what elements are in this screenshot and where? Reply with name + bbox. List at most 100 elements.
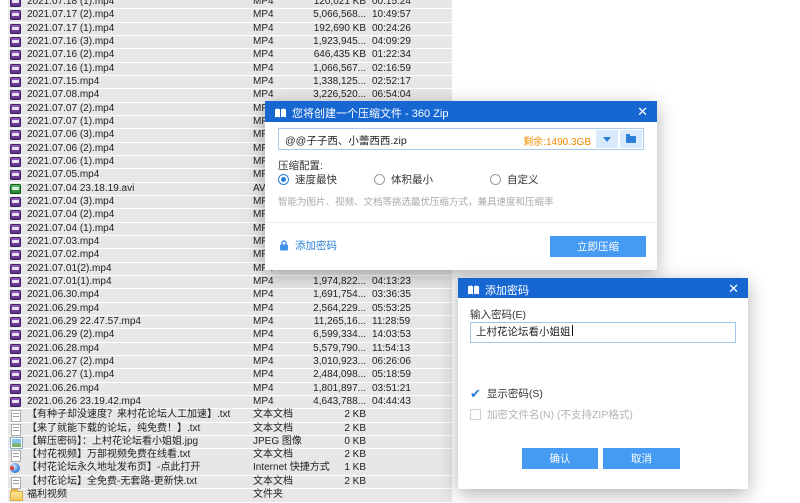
mp4-file-icon (10, 50, 21, 60)
file-size: 3,226,520... (284, 89, 366, 102)
file-row[interactable]: 2021.06.26.mp4MP41,801,897...03:51:21 (8, 383, 452, 395)
mp4-file-icon (10, 344, 21, 354)
close-icon[interactable]: ✕ (728, 281, 739, 297)
file-row[interactable]: 【解压密码】：上村花论坛看小姐姐.jpgJPEG 图像0 KB (8, 436, 452, 448)
file-name: 2021.06.29 (2).mp4 (27, 329, 114, 342)
mp4-file-icon (10, 277, 21, 287)
zip-dialog-titlebar[interactable]: 您将创建一个压缩文件 - 360 Zip ✕ (265, 101, 657, 122)
encrypt-filenames-checkbox[interactable]: 加密文件名(N) (不支持ZIP格式) (470, 407, 633, 422)
mp4-file-icon (10, 317, 21, 327)
file-duration: 00:15:24 (372, 0, 411, 9)
mp4-file-icon (10, 130, 21, 140)
file-name: 2021.07.07 (2).mp4 (27, 103, 114, 116)
file-name: 【解压密码】：上村花论坛看小姐姐.jpg (27, 436, 198, 449)
file-row[interactable]: 2021.06.27 (2).mp4 MP4 3,010,923... 06:26:0… (8, 356, 452, 368)
save-path-dropdown-button[interactable] (596, 130, 618, 148)
file-row[interactable]: 2021.07.01(1).mp4MP41,974,822...04:13:23 (8, 276, 452, 288)
file-row[interactable]: 2021.06.29.mp4MP42,564,229...05:53:25 (8, 303, 452, 315)
file-name: 2021.06.30.mp4 (27, 289, 99, 302)
file-duration: 10:49:57 (372, 9, 411, 22)
file-duration: 11:28:59 (372, 316, 410, 329)
mp4-file-icon (10, 144, 21, 154)
file-size: 0 KB (284, 436, 366, 449)
file-row[interactable]: 2021.06.30.mp4MP41,691,754...03:36:35 (8, 289, 452, 301)
show-password-checkbox[interactable]: ✔ 显示密码(S) (470, 386, 543, 401)
file-name: 2021.07.03.mp4 (27, 236, 99, 249)
file-name: 2021.07.16 (2).mp4 (27, 49, 114, 62)
radio-smallest[interactable]: 体积最小 (374, 172, 433, 187)
radio-custom[interactable]: 自定义 (490, 172, 539, 187)
file-type: MP4 (253, 23, 274, 36)
password-input-label: 输入密码(E) (470, 307, 526, 322)
file-row[interactable]: 【有种子却没速度？来村花论坛人工加速】.txt文本文档2 KB (8, 409, 452, 421)
empty-checkbox-icon (470, 409, 481, 420)
file-name: 2021.07.01(2).mp4 (27, 263, 112, 276)
file-size: 3,010,923... (284, 356, 366, 369)
cancel-button[interactable]: 取消 (603, 448, 680, 469)
file-row[interactable]: 2021.07.16 (2).mp4MP4646,435 KB01:22:34 (8, 49, 452, 61)
file-type: MP4 (253, 356, 274, 369)
password-dialog-titlebar[interactable]: 添加密码 ✕ (458, 278, 748, 298)
file-duration: 14:03:53 (372, 329, 411, 342)
file-name: 2021.06.28.mp4 (27, 343, 99, 356)
mp4-file-icon (10, 10, 21, 20)
encrypt-filenames-label: 加密文件名(N) (不支持ZIP格式) (487, 407, 633, 422)
archive-name-input[interactable]: @@子子西、小蕾西西.zip 剩余:1490.3GB (278, 128, 644, 150)
file-row[interactable]: 【村花论坛永久地址发布页】-点此打开Internet 快捷方式1 KB (8, 462, 452, 474)
avi-file-icon (10, 184, 21, 194)
file-row[interactable]: 2021.06.28.mp4MP45,579,790...11:54:13 (8, 343, 452, 355)
file-name: 2021.07.16 (3).mp4 (27, 36, 114, 49)
mp4-file-icon (10, 250, 21, 260)
file-duration: 06:26:06 (372, 356, 411, 369)
jpg-file-icon (10, 437, 23, 449)
file-name: 2021.07.06 (3).mp4 (27, 129, 114, 142)
file-row[interactable]: 2021.06.26 23.19.42.mp4MP44,643,788...04… (8, 396, 452, 408)
close-icon[interactable]: ✕ (637, 104, 648, 120)
file-type: MP4 (253, 289, 274, 302)
file-row[interactable]: 【村花视频】万部视频免费在线看.txt文本文档2 KB (8, 449, 452, 461)
mp4-file-icon (10, 104, 21, 114)
file-row[interactable]: 2021.06.29 22.47.57.mp4MP411,265,16...11… (8, 316, 452, 328)
radio-fastest[interactable]: 速度最快 (278, 172, 337, 187)
txt-file-icon (11, 410, 21, 422)
file-row[interactable]: 2021.06.29 (2).mp4MP46,599,334...14:03:5… (8, 329, 452, 341)
mp4-file-icon (10, 224, 21, 234)
file-row[interactable]: 2021.07.16 (1).mp4MP41,066,567...02:16:5… (8, 63, 452, 75)
file-name: 2021.07.08.mp4 (27, 89, 99, 102)
browse-folder-button[interactable] (620, 130, 642, 148)
file-row[interactable]: 2021.07.17 (1).mp4MP4192,690 KB00:24:26 (8, 23, 452, 35)
file-row[interactable]: 2021.07.08.mp4MP43,226,520...06:54:04 (8, 89, 452, 101)
file-row[interactable]: 2021.06.27 (1).mp4MP42,484,098...05:18:5… (8, 369, 452, 381)
file-size: 120,021 KB (284, 0, 366, 9)
file-row[interactable]: 2021.07.17 (2).mp4MP45,066,568...10:49:5… (8, 9, 452, 21)
txt-file-icon (11, 477, 21, 489)
mp4-file-icon (10, 304, 21, 314)
file-row[interactable]: 【村花论坛】全免费-无套路-更新快.txt文本文档2 KB (8, 476, 452, 488)
file-name: 2021.07.04 (1).mp4 (27, 223, 114, 236)
mp4-file-icon (10, 117, 21, 127)
file-name: 2021.06.29 22.47.57.mp4 (27, 316, 141, 329)
txt-file-icon (11, 450, 21, 462)
file-name: 2021.07.05.mp4 (27, 169, 99, 182)
file-row[interactable]: 福利视频文件夹 (8, 489, 452, 501)
mp4-file-icon (10, 264, 21, 274)
confirm-button[interactable]: 确认 (522, 448, 598, 469)
zip-dialog-title: 您将创建一个压缩文件 - 360 Zip (292, 105, 448, 121)
password-dialog-title: 添加密码 (485, 282, 529, 298)
lock-icon (278, 239, 290, 252)
file-size: 1,691,754... (284, 289, 366, 302)
file-name: 2021.06.27 (2).mp4 (27, 356, 114, 369)
file-row[interactable]: 【来了就能下载的论坛，纯免费！】.txt文本文档2 KB (8, 423, 452, 435)
file-row[interactable]: 2021.07.18 (1).mp4MP4120,021 KB00:15:24 (8, 0, 452, 8)
file-size: 192,690 KB (284, 23, 366, 36)
file-size: 5,579,790... (284, 343, 366, 356)
add-password-link[interactable]: 添加密码 (278, 238, 337, 253)
password-input[interactable]: 上村花论坛看小姐姐 (470, 322, 736, 343)
file-size: 1 KB (284, 462, 366, 475)
chevron-down-icon (603, 137, 611, 142)
file-row[interactable]: 2021.07.16 (3).mp4MP41,923,945...04:09:2… (8, 36, 452, 48)
mp4-file-icon (10, 384, 21, 394)
file-row[interactable]: 2021.07.15.mp4MP41,338,125...02:52:17 (8, 76, 452, 88)
compress-now-button[interactable]: 立即压缩 (550, 236, 646, 257)
file-type: MP4 (253, 316, 274, 329)
